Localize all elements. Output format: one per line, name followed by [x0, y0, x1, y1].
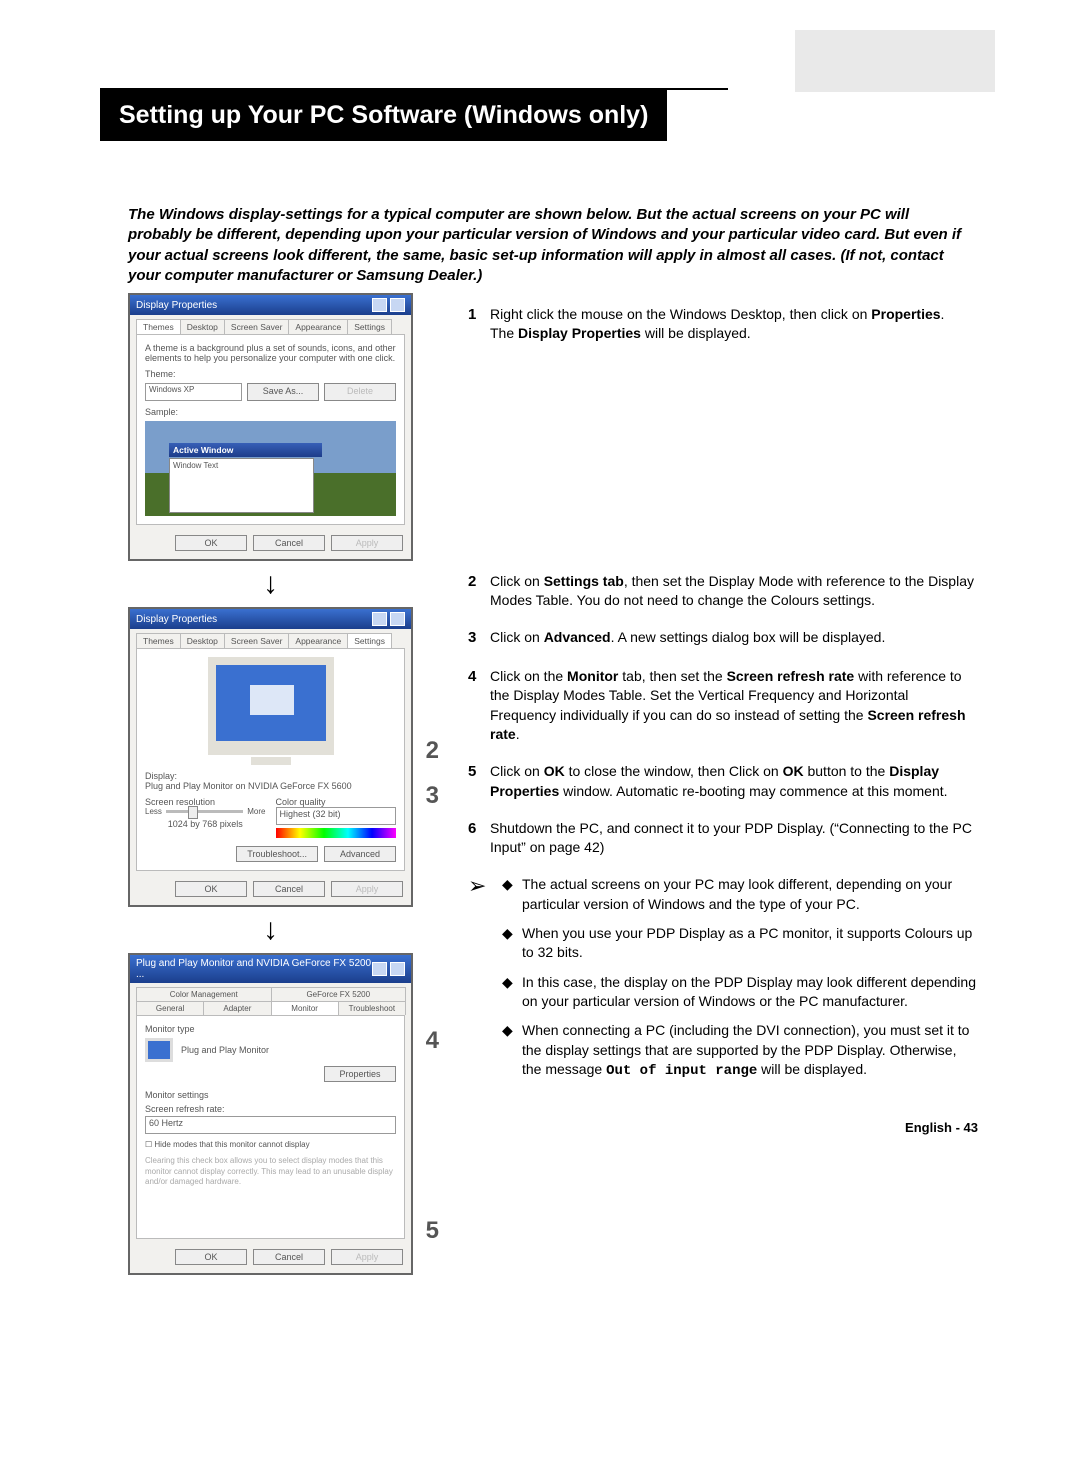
monitor-settings-label: Monitor settings	[145, 1090, 396, 1100]
display-properties-settings-dialog: Display Properties Themes Desktop Screen…	[128, 607, 413, 907]
tab-settings[interactable]: Settings	[347, 633, 392, 648]
instructions-column: 1 Right click the mouse on the Windows D…	[468, 305, 978, 1137]
cancel-button[interactable]: Cancel	[253, 1249, 325, 1265]
window-title: Plug and Play Monitor and NVIDIA GeForce…	[136, 958, 372, 980]
refresh-rate-select[interactable]: 60 Hertz	[145, 1116, 396, 1134]
display-label: Display:	[145, 771, 396, 781]
title-block: Setting up Your PC Software (Windows onl…	[100, 88, 824, 141]
callout-3: 3	[426, 782, 439, 810]
tab-themes[interactable]: Themes	[136, 633, 181, 648]
step-3: 3 Click on Advanced. A new settings dial…	[468, 628, 978, 649]
cancel-button[interactable]: Cancel	[253, 881, 325, 897]
refresh-rate-label: Screen refresh rate:	[145, 1104, 396, 1114]
sample-label: Sample:	[145, 407, 396, 417]
screen-resolution-label: Screen resolution	[145, 797, 266, 807]
close-icon[interactable]	[390, 298, 405, 312]
page-title: Setting up Your PC Software (Windows onl…	[100, 90, 667, 141]
titlebar: Display Properties	[130, 295, 411, 315]
ok-button[interactable]: OK	[175, 1249, 247, 1265]
apply-button: Apply	[331, 881, 403, 897]
tab-desktop[interactable]: Desktop	[180, 633, 225, 648]
color-quality-select[interactable]: Highest (32 bit)	[276, 807, 397, 825]
monitor-preview	[145, 657, 396, 765]
theme-label: Theme:	[145, 369, 396, 379]
monitor-type-label: Monitor type	[145, 1024, 396, 1034]
page-footer: English - 43	[468, 1119, 978, 1137]
troubleshoot-button[interactable]: Troubleshoot...	[236, 846, 318, 862]
tab-troubleshoot[interactable]: Troubleshoot	[338, 1001, 406, 1015]
tab-color-management[interactable]: Color Management	[136, 987, 272, 1001]
callout-5: 5	[426, 1217, 439, 1245]
tab-general[interactable]: General	[136, 1001, 204, 1015]
cancel-button[interactable]: Cancel	[253, 535, 325, 551]
tab-appearance[interactable]: Appearance	[288, 633, 348, 648]
apply-button: Apply	[331, 535, 403, 551]
page-side-stripe	[795, 30, 995, 92]
tab-adapter[interactable]: Adapter	[203, 1001, 271, 1015]
tab-desktop[interactable]: Desktop	[180, 319, 225, 334]
hide-modes-checkbox[interactable]: ☐ Hide modes that this monitor cannot di…	[145, 1140, 396, 1150]
screenshot-column: Display Properties Themes Desktop Screen…	[128, 293, 413, 1283]
step-6: 6 Shutdown the PC, and connect it to you…	[468, 819, 978, 858]
theme-select[interactable]: Windows XP	[145, 383, 242, 401]
tab-strip: Themes Desktop Screen Saver Appearance S…	[130, 315, 411, 334]
pointing-hand-icon: ➢	[468, 875, 502, 1091]
callout-4: 4	[426, 1027, 439, 1055]
active-window-titlebar: Active Window	[169, 443, 322, 457]
tab-appearance[interactable]: Appearance	[288, 319, 348, 334]
note-3: In this case, the display on the PDP Dis…	[522, 973, 978, 1012]
color-swatch	[276, 828, 397, 838]
tab-screensaver[interactable]: Screen Saver	[224, 633, 290, 648]
help-icon[interactable]	[372, 962, 387, 976]
note-2: When you use your PDP Display as a PC mo…	[522, 924, 978, 963]
help-icon[interactable]	[372, 612, 387, 626]
hide-modes-description: Clearing this check box allows you to se…	[145, 1156, 396, 1187]
theme-description: A theme is a background plus a set of so…	[145, 343, 396, 363]
monitor-properties-dialog: Plug and Play Monitor and NVIDIA GeForce…	[128, 953, 413, 1275]
step-4: 4 Click on the Monitor tab, then set the…	[468, 667, 978, 744]
callout-2: 2	[426, 737, 439, 765]
color-quality-label: Color quality	[276, 797, 397, 807]
properties-button[interactable]: Properties	[324, 1066, 396, 1082]
window-title: Display Properties	[136, 614, 217, 625]
note-1: The actual screens on your PC may look d…	[522, 875, 978, 914]
step-5: 5 Click on OK to close the window, then …	[468, 762, 978, 801]
down-arrow-icon: ↓	[128, 915, 413, 945]
display-properties-themes-dialog: Display Properties Themes Desktop Screen…	[128, 293, 413, 561]
display-value: Plug and Play Monitor on NVIDIA GeForce …	[145, 781, 396, 791]
tab-themes[interactable]: Themes	[136, 319, 181, 334]
close-icon[interactable]	[390, 612, 405, 626]
resolution-slider[interactable]: Less More	[145, 807, 266, 816]
ok-button[interactable]: OK	[175, 535, 247, 551]
save-as-button[interactable]: Save As...	[247, 383, 319, 401]
intro-paragraph: The Windows display-settings for a typic…	[128, 205, 968, 286]
theme-preview: Active Window Window Text	[145, 421, 396, 516]
tab-screensaver[interactable]: Screen Saver	[224, 319, 290, 334]
monitor-name: Plug and Play Monitor	[181, 1045, 269, 1055]
step-2: 2 Click on Settings tab, then set the Di…	[468, 572, 978, 611]
window-text-label: Window Text	[170, 459, 313, 472]
help-icon[interactable]	[372, 298, 387, 312]
ok-button[interactable]: OK	[175, 881, 247, 897]
apply-button: Apply	[331, 1249, 403, 1265]
close-icon[interactable]	[390, 962, 405, 976]
tab-monitor[interactable]: Monitor	[271, 1001, 339, 1015]
monitor-icon	[145, 1038, 173, 1062]
notes-block: ➢ ◆The actual screens on your PC may loo…	[468, 875, 978, 1091]
note-4: When connecting a PC (including the DVI …	[522, 1021, 978, 1081]
tab-settings[interactable]: Settings	[347, 319, 392, 334]
resolution-value: 1024 by 768 pixels	[145, 819, 266, 829]
delete-button: Delete	[324, 383, 396, 401]
down-arrow-icon: ↓	[128, 569, 413, 599]
step-1: 1 Right click the mouse on the Windows D…	[468, 305, 978, 344]
advanced-button[interactable]: Advanced	[324, 846, 396, 862]
tab-geforce[interactable]: GeForce FX 5200	[271, 987, 407, 1001]
window-title: Display Properties	[136, 300, 217, 311]
